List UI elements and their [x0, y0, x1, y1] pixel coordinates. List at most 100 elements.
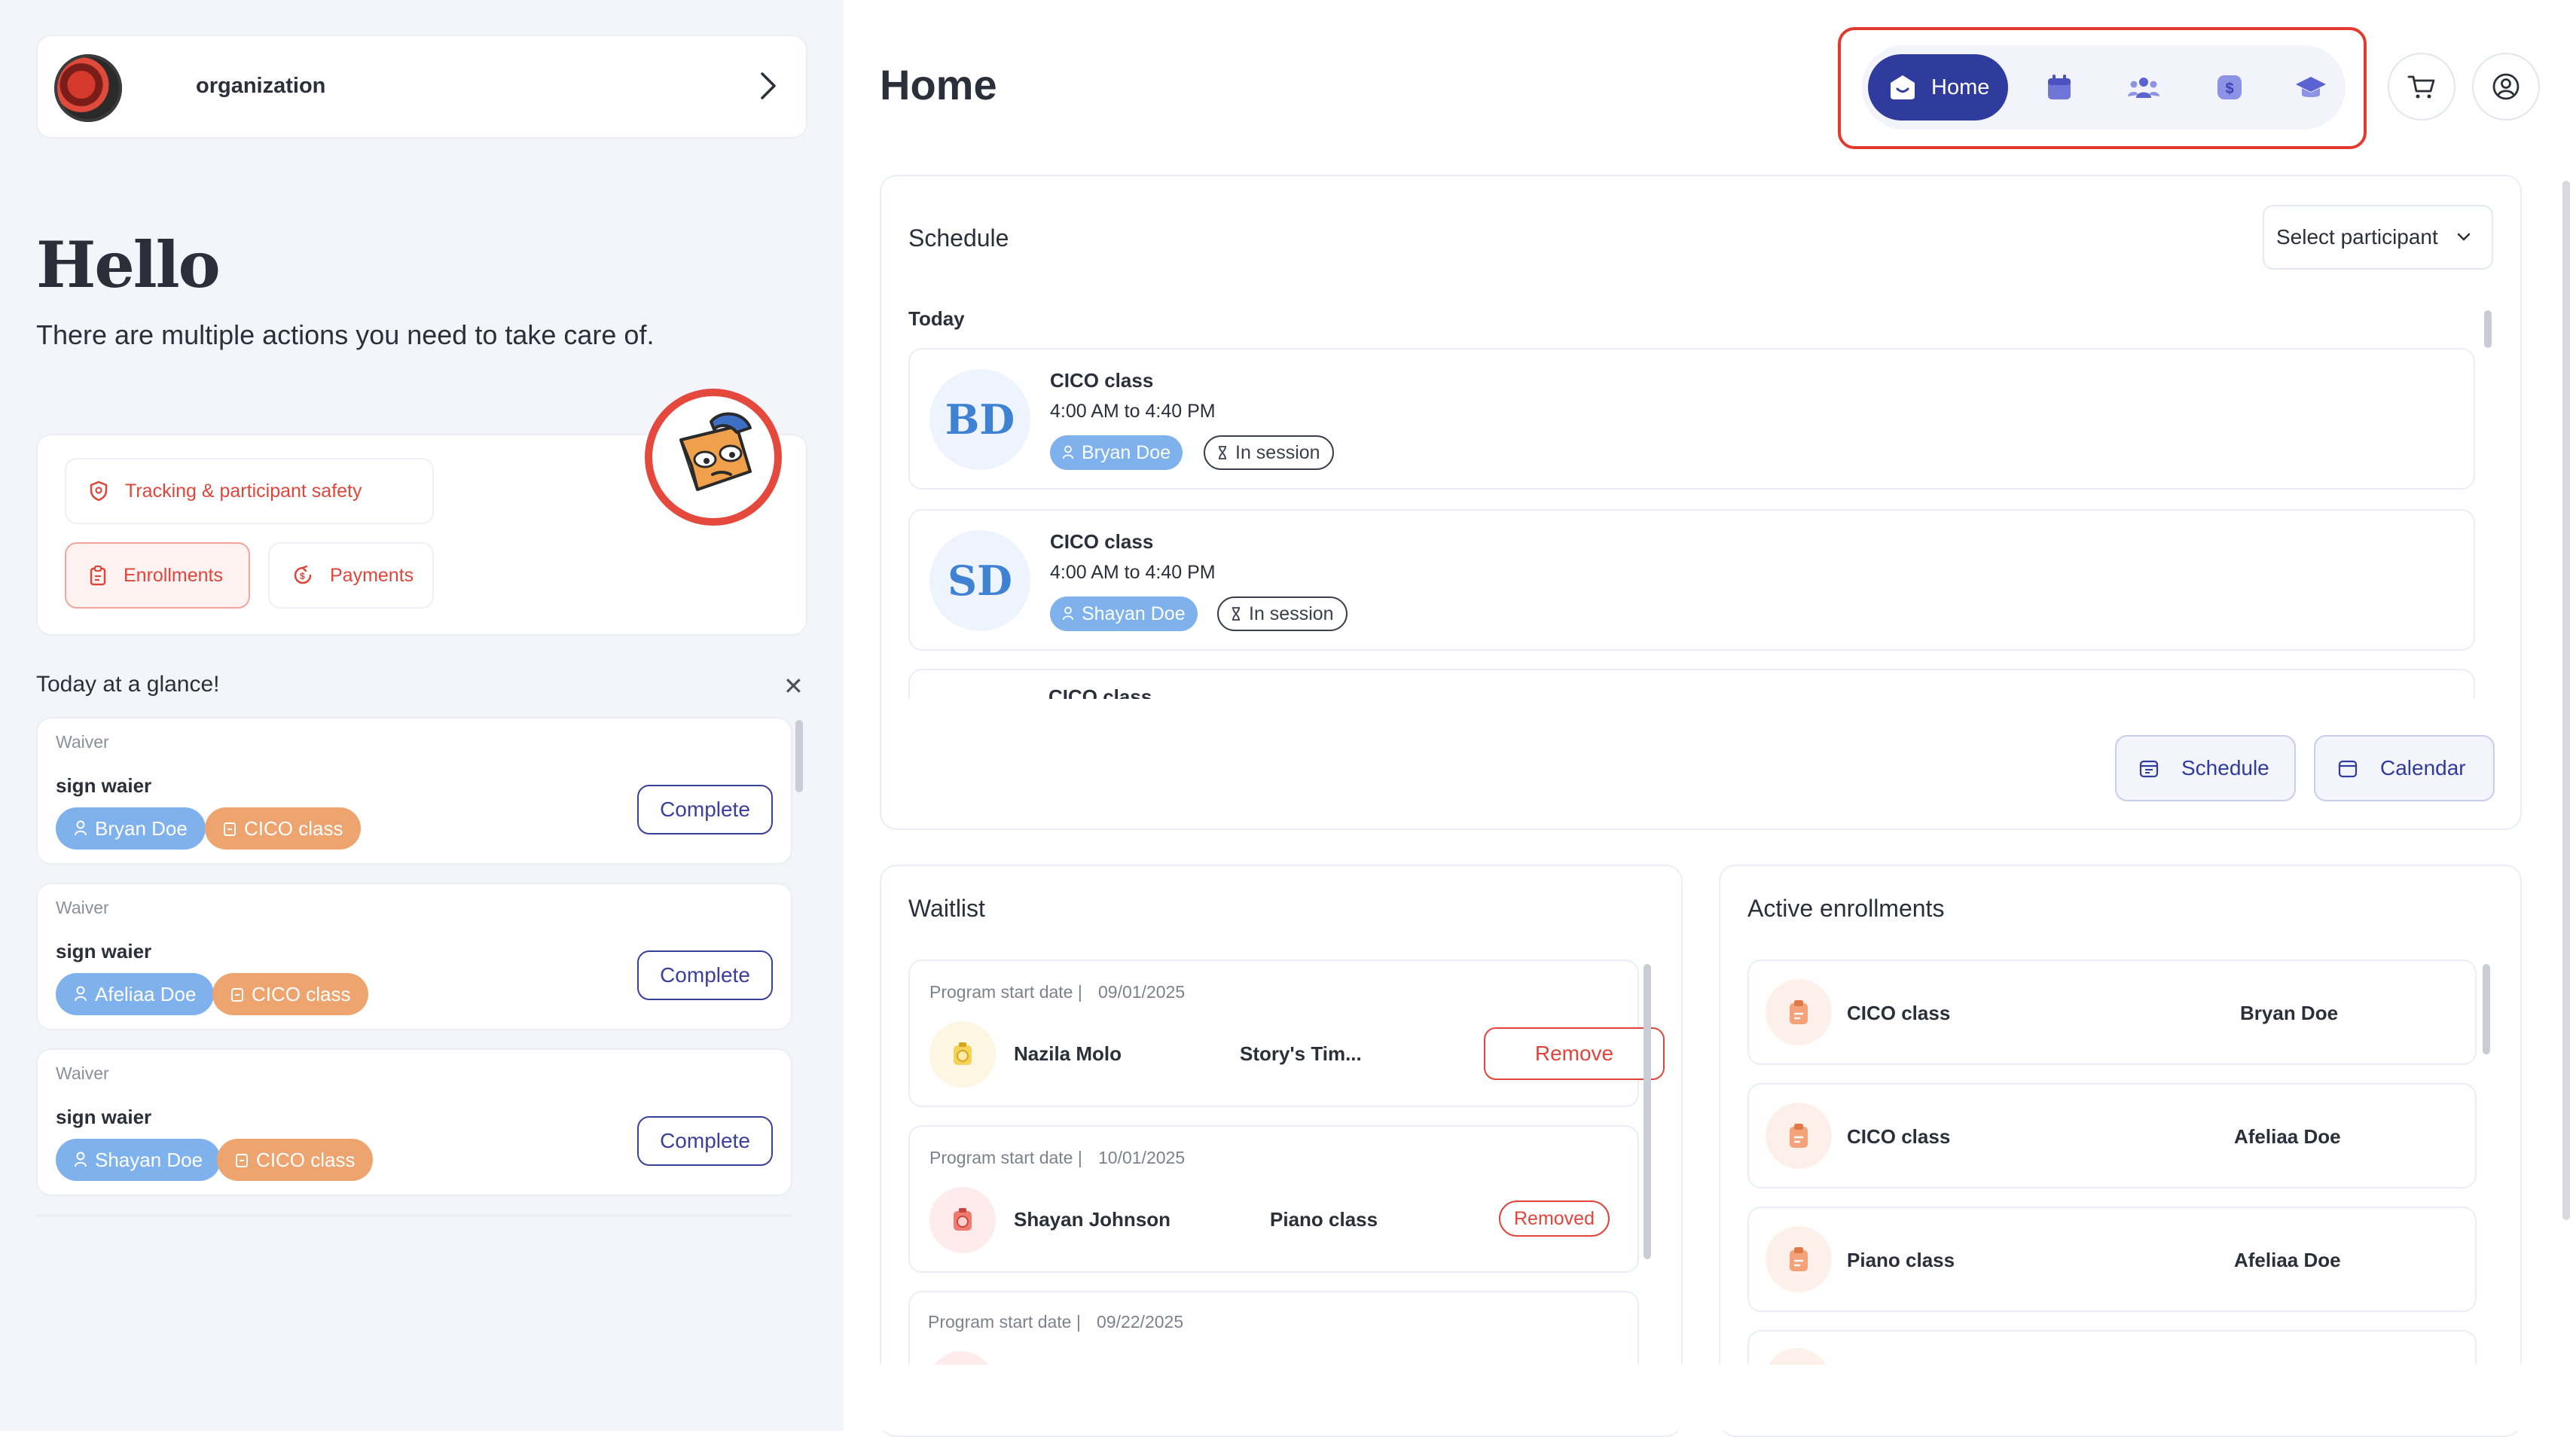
start-date-label: Program start date | [929, 1148, 1082, 1167]
tracking-safety-label: Tracking & participant safety [125, 480, 362, 502]
enrollment-item[interactable]: Piano class Afeliaa Doe [1747, 1207, 2477, 1312]
task-card: Waiver sign waier Shayan Doe CICO class … [36, 1048, 792, 1196]
enrollment-item[interactable]: CICO class Bryan Doe [1747, 960, 2477, 1065]
participant-name: Shayan Doe [95, 1148, 203, 1171]
calendar-button-label: Calendar [2380, 756, 2466, 780]
page-title: Home [880, 61, 997, 108]
task-kind: Waiver [56, 732, 109, 752]
waitlist-title: Waitlist [908, 895, 985, 922]
svg-text:$: $ [2225, 81, 2233, 97]
nav-home-tab[interactable]: Home [1868, 54, 2008, 121]
page-scrollbar[interactable] [2562, 181, 2570, 1220]
clipboard-icon [224, 822, 236, 836]
enrollment-participant: Afeliaa Doe [2234, 1249, 2341, 1271]
enrollment-participant: Bryan Doe [2240, 1002, 2339, 1024]
remove-button[interactable]: Remove [1484, 1027, 1665, 1080]
person-icon [75, 986, 87, 1002]
nav-participants-tab[interactable] [2123, 66, 2165, 108]
nav-home-label: Home [1931, 75, 1990, 99]
schedule-button[interactable]: Schedule [2115, 735, 2296, 801]
graduation-cap-icon [2296, 77, 2326, 97]
schedule-item[interactable]: SD CICO class 4:00 AM to 4:40 PM Shayan … [908, 509, 2475, 651]
enrollments-scrollbar[interactable] [2483, 964, 2490, 1054]
organization-avatar [54, 54, 122, 122]
enrollment-item-frame [1747, 1330, 2477, 1366]
enrollment-program: CICO class [1847, 1002, 1951, 1024]
waitlist-scrollbar[interactable] [1644, 964, 1651, 1259]
enrollments-title: Active enrollments [1747, 895, 1945, 922]
enrollments-label: Enrollments [124, 564, 223, 586]
enrollment-program: CICO class [1847, 1125, 1951, 1148]
program-chip: CICO class [217, 1139, 374, 1181]
alarm-clock-icon [954, 1042, 972, 1065]
close-icon[interactable]: ✕ [783, 672, 804, 700]
complete-button[interactable]: Complete [637, 950, 773, 1000]
start-date-value: 09/01/2025 [1098, 982, 1186, 1002]
schedule-section [880, 175, 2522, 830]
program-chip: CICO class [212, 973, 369, 1015]
program-name: CICO class [244, 816, 343, 840]
mascot-illustration [645, 389, 782, 526]
greeting-title: Hello [36, 227, 221, 302]
waitlist-name: Shayan Johnson [1014, 1208, 1171, 1231]
organization-switcher[interactable] [36, 35, 807, 139]
waitlist-item: Program start date | 09/01/2025 Nazila M… [908, 960, 1665, 1107]
schedule-item-time: 4:00 AM to 4:40 PM [1050, 401, 1216, 422]
program-icon [929, 1187, 996, 1253]
status-badge: In session [1217, 596, 1348, 631]
participant-name: Bryan Doe [1082, 441, 1171, 463]
schedule-button-label: Schedule [2181, 756, 2269, 780]
program-name: CICO class [252, 982, 351, 1005]
cart-button[interactable] [2388, 53, 2455, 121]
calendar-button[interactable]: Calendar [2314, 735, 2495, 801]
person-icon [1062, 606, 1074, 621]
person-icon [75, 820, 87, 836]
clipboard-icon [1790, 1000, 1808, 1024]
participant-chip: Afeliaa Doe [56, 973, 215, 1015]
participant-select-value: Select participant [2276, 225, 2438, 249]
payments-button[interactable]: $ Payments [268, 542, 434, 609]
program-icon [1766, 979, 1832, 1045]
enrollment-item[interactable]: CICO class Afeliaa Doe [1747, 1083, 2477, 1188]
cart-icon [2407, 75, 2435, 99]
waitlist-name: Nazila Molo [1014, 1042, 1122, 1065]
schedule-item[interactable]: BD CICO class 4:00 AM to 4:40 PM Bryan D… [908, 348, 2475, 490]
chevron-right-icon[interactable] [758, 71, 779, 101]
complete-button[interactable]: Complete [637, 785, 773, 834]
nav-payments-tab[interactable]: $ [2208, 66, 2251, 108]
clipboard-icon [1790, 1124, 1808, 1148]
start-date-label: Program start date | [929, 982, 1082, 1002]
start-date-value: 09/22/2025 [1097, 1312, 1184, 1332]
profile-button[interactable] [2472, 53, 2540, 121]
complete-button[interactable]: Complete [637, 1116, 773, 1166]
schedule-item-partial[interactable]: CICO class [908, 669, 2475, 699]
hourglass-icon [1232, 607, 1240, 621]
participant-chip: Shayan Doe [56, 1139, 221, 1181]
schedule-item-title: CICO class [1048, 685, 1152, 699]
enrollments-button[interactable]: Enrollments [65, 542, 250, 609]
mascot-icon [679, 412, 752, 491]
nav-calendar-tab[interactable] [2038, 66, 2080, 108]
hourglass-icon [1219, 446, 1226, 459]
chevron-down-icon [2457, 233, 2471, 241]
participant-initials: BD [929, 369, 1030, 470]
task-card: Waiver sign waier Afeliaa Doe CICO class… [36, 883, 792, 1030]
organization-name: organization [196, 74, 326, 98]
viewport-bottom [844, 1365, 2576, 1431]
task-kind: Waiver [56, 898, 109, 917]
clipboard-icon [90, 565, 106, 586]
participant-select[interactable]: Select participant [2263, 205, 2493, 270]
tracking-safety-button[interactable]: Tracking & participant safety [65, 458, 434, 524]
status-text: In session [1235, 441, 1320, 463]
clipboard-icon [1790, 1247, 1808, 1271]
clipboard-icon [236, 1154, 248, 1167]
schedule-scrollbar[interactable] [2484, 310, 2492, 348]
enrollment-program: Piano class [1847, 1249, 1955, 1271]
people-icon [2128, 78, 2159, 98]
nav-programs-tab[interactable] [2290, 66, 2332, 108]
schedule-item-title: CICO class [1050, 530, 1154, 553]
status-badge: Removed [1499, 1201, 1610, 1237]
program-icon [1766, 1226, 1832, 1292]
participant-name: Bryan Doe [95, 816, 188, 840]
glance-scrollbar[interactable] [795, 720, 803, 792]
